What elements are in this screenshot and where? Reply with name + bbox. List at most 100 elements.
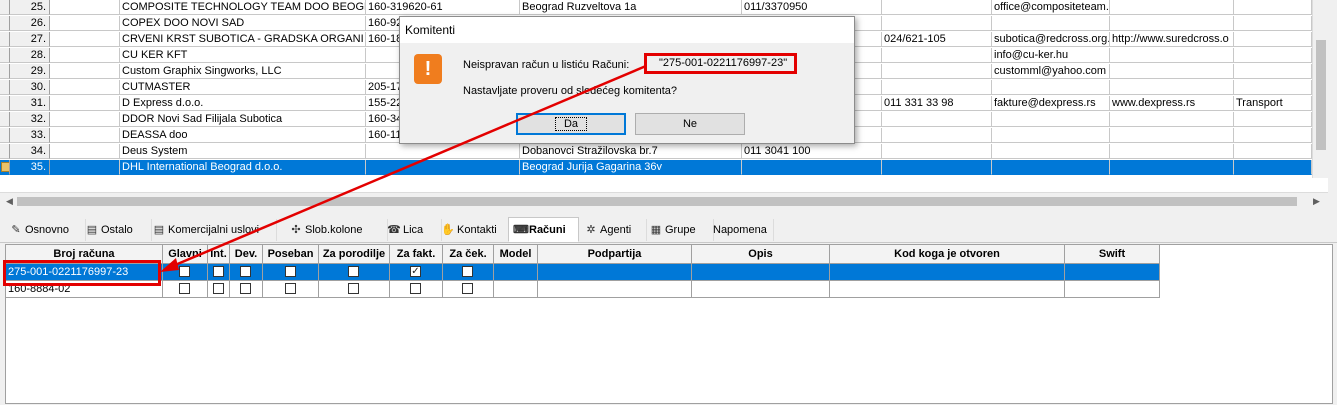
checkbox-int[interactable] xyxy=(212,266,224,277)
komitent-row[interactable]: 35. DHL International Beograd d.o.o. Beogr… xyxy=(0,160,1312,176)
cell-type[interactable] xyxy=(1234,32,1312,47)
vertical-scrollbar-thumb[interactable] xyxy=(1316,40,1326,150)
cell-type[interactable] xyxy=(1234,144,1312,159)
empty-cell[interactable] xyxy=(1065,281,1160,298)
cell-fax[interactable]: 024/621-105 xyxy=(882,32,992,47)
column-header[interactable]: Int. xyxy=(208,245,230,264)
cell-type[interactable] xyxy=(1234,160,1312,175)
checkbox-cek[interactable] xyxy=(462,266,473,277)
tab-ra-uni[interactable]: ⌨Računi xyxy=(508,217,579,242)
empty-cell[interactable] xyxy=(494,281,538,298)
cell-fax[interactable] xyxy=(882,0,992,15)
column-header[interactable]: Swift xyxy=(1065,245,1160,264)
cell-fax[interactable] xyxy=(882,16,992,31)
cell-fax[interactable] xyxy=(882,160,992,175)
cell-web[interactable]: www.dexpress.rs xyxy=(1110,96,1234,111)
cell-email[interactable]: customml@yahoo.com xyxy=(992,64,1110,79)
cell-name[interactable]: D Express d.o.o. xyxy=(120,96,366,111)
cell-type[interactable] xyxy=(1234,112,1312,127)
tab-grupe[interactable]: ▦ Grupe xyxy=(645,219,714,241)
cell-web[interactable]: http://www.suredcross.o xyxy=(1110,32,1234,47)
column-header[interactable]: Poseban xyxy=(263,245,319,264)
racuni-grid[interactable]: Broj računa Glavni Int. Dev. Poseban Za porod… xyxy=(5,244,1333,404)
checkbox-poseban[interactable] xyxy=(284,266,296,277)
cell-addr[interactable]: Beograd Jurija Gagarina 36v xyxy=(520,160,742,175)
cell-email[interactable] xyxy=(992,144,1110,159)
tab-osnovno[interactable]: ✎ Osnovno xyxy=(5,219,86,241)
empty-cell[interactable] xyxy=(692,281,830,298)
cell-phone[interactable]: 011 3041 100 xyxy=(742,144,882,159)
cell-email[interactable]: info@cu-ker.hu xyxy=(992,48,1110,63)
column-header[interactable]: Broj računa xyxy=(6,245,163,264)
checkbox-fakt[interactable] xyxy=(410,283,421,294)
cell-web[interactable] xyxy=(1110,144,1234,159)
horizontal-scrollbar-thumb[interactable] xyxy=(17,197,1297,206)
cell-fax[interactable]: 011 331 33 98 xyxy=(882,96,992,111)
horizontal-scrollbar[interactable]: ◀ ▶ xyxy=(0,192,1328,209)
racun-row[interactable]: 275-001-0221176997-23 ✓ xyxy=(6,264,1160,281)
cell-email[interactable] xyxy=(992,160,1110,175)
cell-acct[interactable] xyxy=(366,160,520,175)
empty-cell[interactable] xyxy=(1065,264,1160,281)
empty-cell[interactable] xyxy=(538,264,692,281)
cell-type[interactable] xyxy=(1234,0,1312,15)
empty-cell[interactable] xyxy=(830,281,1065,298)
cell-fax[interactable] xyxy=(882,64,992,79)
column-header[interactable]: Model xyxy=(494,245,538,264)
tab-lica[interactable]: ☎ Lica xyxy=(383,219,442,241)
cell-email[interactable] xyxy=(992,112,1110,127)
checkbox-glavni[interactable] xyxy=(179,283,190,294)
column-header[interactable]: Za fakt. xyxy=(390,245,443,264)
tab-slob-kolone[interactable]: ✣ Slob.kolone xyxy=(285,219,388,241)
checkbox-int[interactable] xyxy=(212,283,224,294)
account-number-cell[interactable]: 275-001-0221176997-23 xyxy=(6,264,163,281)
cell-fax[interactable] xyxy=(882,80,992,95)
cell-name[interactable]: DDOR Novi Sad Filijala Subotica xyxy=(120,112,366,127)
column-header[interactable]: Dev. xyxy=(230,245,263,264)
komitent-row[interactable]: 25. COMPOSITE TECHNOLOGY TEAM DOO BEOGRAD… xyxy=(0,0,1312,16)
empty-cell[interactable] xyxy=(830,264,1065,281)
column-header[interactable]: Kod koga je otvoren xyxy=(830,245,1065,264)
tab-kontakti[interactable]: ✋ Kontakti xyxy=(437,219,512,241)
checkbox-glavni[interactable] xyxy=(179,266,190,277)
checkbox-dev[interactable] xyxy=(240,283,251,294)
cell-web[interactable] xyxy=(1110,160,1234,175)
tab-ostalo[interactable]: ▤ Ostalo xyxy=(81,219,152,241)
cell-name[interactable]: COMPOSITE TECHNOLOGY TEAM DOO BEOGRAD ( xyxy=(120,0,366,15)
column-header[interactable]: Za porodilje xyxy=(319,245,390,264)
cell-fax[interactable] xyxy=(882,112,992,127)
cell-email[interactable] xyxy=(992,128,1110,143)
cell-email[interactable]: office@compositeteam.c xyxy=(992,0,1110,15)
tab-komercijalni-uslovi[interactable]: ▤ Komercijalni uslovi xyxy=(148,219,277,241)
cell-web[interactable] xyxy=(1110,16,1234,31)
checkbox-fakt[interactable]: ✓ xyxy=(410,266,421,277)
cell-email[interactable]: fakture@dexpress.rs xyxy=(992,96,1110,111)
scroll-left-icon[interactable]: ◀ xyxy=(6,196,13,207)
scroll-right-icon[interactable]: ▶ xyxy=(1313,196,1320,207)
cell-web[interactable] xyxy=(1110,80,1234,95)
checkbox-poseban[interactable] xyxy=(284,283,296,294)
checkbox-porodilje[interactable] xyxy=(348,283,359,294)
no-button[interactable]: Ne xyxy=(635,113,745,135)
yes-button[interactable]: Da xyxy=(516,113,626,135)
column-header[interactable]: Glavni xyxy=(163,245,208,264)
racun-row[interactable]: 160-8884-02 xyxy=(6,281,1160,298)
cell-phone[interactable] xyxy=(742,160,882,175)
cell-type[interactable] xyxy=(1234,48,1312,63)
cell-type[interactable] xyxy=(1234,16,1312,31)
cell-web[interactable] xyxy=(1110,128,1234,143)
cell-name[interactable]: CU KER KFT xyxy=(120,48,366,63)
cell-fax[interactable] xyxy=(882,48,992,63)
cell-acct[interactable] xyxy=(366,144,520,159)
cell-addr[interactable]: Dobanovci Stražilovska br.7 xyxy=(520,144,742,159)
cell-name[interactable]: Custom Graphix Singworks, LLC xyxy=(120,64,366,79)
cell-name[interactable]: DEASSA doo xyxy=(120,128,366,143)
cell-acct[interactable]: 160-319620-61 xyxy=(366,0,520,15)
checkbox-porodilje[interactable] xyxy=(348,266,359,277)
column-header[interactable]: Opis xyxy=(692,245,830,264)
cell-type[interactable] xyxy=(1234,128,1312,143)
cell-email[interactable] xyxy=(992,16,1110,31)
cell-name[interactable]: DHL International Beograd d.o.o. xyxy=(120,160,366,175)
vertical-scrollbar[interactable] xyxy=(1312,0,1328,178)
account-number-cell[interactable]: 160-8884-02 xyxy=(6,281,163,298)
